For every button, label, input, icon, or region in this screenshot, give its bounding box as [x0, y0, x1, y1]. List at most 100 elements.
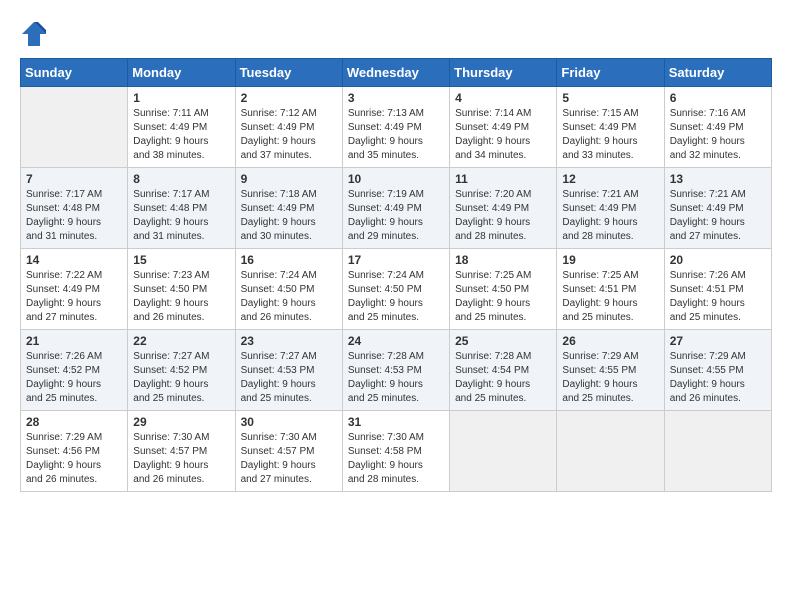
day-info: Sunrise: 7:24 AM Sunset: 4:50 PM Dayligh…: [348, 269, 444, 325]
day-info: Sunrise: 7:26 AM Sunset: 4:52 PM Dayligh…: [26, 350, 122, 406]
week-row-5: 28 Sunrise: 7:29 AM Sunset: 4:56 PM Dayli…: [21, 411, 772, 492]
day-cell: [557, 411, 664, 492]
day-cell: 3 Sunrise: 7:13 AM Sunset: 4:49 PM Daylig…: [342, 87, 449, 168]
week-row-3: 14 Sunrise: 7:22 AM Sunset: 4:49 PM Dayli…: [21, 249, 772, 330]
weekday-saturday: Saturday: [664, 59, 771, 87]
day-cell: 10 Sunrise: 7:19 AM Sunset: 4:49 PM Dayli…: [342, 168, 449, 249]
day-number: 24: [348, 334, 444, 348]
day-number: 14: [26, 253, 122, 267]
day-cell: [450, 411, 557, 492]
day-info: Sunrise: 7:15 AM Sunset: 4:49 PM Dayligh…: [562, 107, 658, 163]
day-number: 8: [133, 172, 229, 186]
day-cell: 27 Sunrise: 7:29 AM Sunset: 4:55 PM Dayli…: [664, 330, 771, 411]
day-number: 2: [241, 91, 337, 105]
day-number: 13: [670, 172, 766, 186]
day-info: Sunrise: 7:25 AM Sunset: 4:50 PM Dayligh…: [455, 269, 551, 325]
day-cell: 13 Sunrise: 7:21 AM Sunset: 4:49 PM Dayli…: [664, 168, 771, 249]
day-info: Sunrise: 7:18 AM Sunset: 4:49 PM Dayligh…: [241, 188, 337, 244]
day-cell: 1 Sunrise: 7:11 AM Sunset: 4:49 PM Daylig…: [128, 87, 235, 168]
weekday-sunday: Sunday: [21, 59, 128, 87]
week-row-1: 1 Sunrise: 7:11 AM Sunset: 4:49 PM Daylig…: [21, 87, 772, 168]
day-cell: 16Sunrise: 7:24 AM Sunset: 4:50 PM Dayli…: [235, 249, 342, 330]
weekday-thursday: Thursday: [450, 59, 557, 87]
day-number: 29: [133, 415, 229, 429]
day-cell: 20 Sunrise: 7:26 AM Sunset: 4:51 PM Dayli…: [664, 249, 771, 330]
day-cell: 21 Sunrise: 7:26 AM Sunset: 4:52 PM Dayli…: [21, 330, 128, 411]
weekday-monday: Monday: [128, 59, 235, 87]
day-info: Sunrise: 7:26 AM Sunset: 4:51 PM Dayligh…: [670, 269, 766, 325]
day-number: 26: [562, 334, 658, 348]
day-cell: 30Sunrise: 7:30 AM Sunset: 4:57 PM Dayli…: [235, 411, 342, 492]
day-info: Sunrise: 7:25 AM Sunset: 4:51 PM Dayligh…: [562, 269, 658, 325]
day-cell: 2 Sunrise: 7:12 AM Sunset: 4:49 PM Daylig…: [235, 87, 342, 168]
day-info: Sunrise: 7:23 AM Sunset: 4:50 PM Dayligh…: [133, 269, 229, 325]
day-number: 1: [133, 91, 229, 105]
day-info: Sunrise: 7:12 AM Sunset: 4:49 PM Dayligh…: [241, 107, 337, 163]
day-cell: 22 Sunrise: 7:27 AM Sunset: 4:52 PM Dayli…: [128, 330, 235, 411]
weekday-friday: Friday: [557, 59, 664, 87]
day-info: Sunrise: 7:29 AM Sunset: 4:56 PM Dayligh…: [26, 431, 122, 487]
day-number: 22: [133, 334, 229, 348]
day-number: 18: [455, 253, 551, 267]
day-number: 27: [670, 334, 766, 348]
day-info: Sunrise: 7:17 AM Sunset: 4:48 PM Dayligh…: [26, 188, 122, 244]
day-number: 5: [562, 91, 658, 105]
day-number: 20: [670, 253, 766, 267]
day-cell: 14 Sunrise: 7:22 AM Sunset: 4:49 PM Dayli…: [21, 249, 128, 330]
day-info: Sunrise: 7:29 AM Sunset: 4:55 PM Dayligh…: [562, 350, 658, 406]
day-info: Sunrise: 7:14 AM Sunset: 4:49 PM Dayligh…: [455, 107, 551, 163]
day-info: Sunrise: 7:27 AM Sunset: 4:52 PM Dayligh…: [133, 350, 229, 406]
day-cell: 28 Sunrise: 7:29 AM Sunset: 4:56 PM Dayli…: [21, 411, 128, 492]
day-number: 3: [348, 91, 444, 105]
day-info: Sunrise: 7:21 AM Sunset: 4:49 PM Dayligh…: [562, 188, 658, 244]
day-info: Sunrise: 7:22 AM Sunset: 4:49 PM Dayligh…: [26, 269, 122, 325]
day-cell: 19 Sunrise: 7:25 AM Sunset: 4:51 PM Dayli…: [557, 249, 664, 330]
day-cell: 7 Sunrise: 7:17 AM Sunset: 4:48 PM Daylig…: [21, 168, 128, 249]
day-cell: 15 Sunrise: 7:23 AM Sunset: 4:50 PM Dayli…: [128, 249, 235, 330]
day-info: Sunrise: 7:11 AM Sunset: 4:49 PM Dayligh…: [133, 107, 229, 163]
day-cell: 9 Sunrise: 7:18 AM Sunset: 4:49 PM Daylig…: [235, 168, 342, 249]
day-number: 10: [348, 172, 444, 186]
day-info: Sunrise: 7:30 AM Sunset: 4:58 PM Dayligh…: [348, 431, 444, 487]
day-cell: 17 Sunrise: 7:24 AM Sunset: 4:50 PM Dayli…: [342, 249, 449, 330]
day-cell: 18 Sunrise: 7:25 AM Sunset: 4:50 PM Dayli…: [450, 249, 557, 330]
week-row-2: 7 Sunrise: 7:17 AM Sunset: 4:48 PM Daylig…: [21, 168, 772, 249]
day-number: 23: [241, 334, 337, 348]
day-number: 7: [26, 172, 122, 186]
day-cell: [664, 411, 771, 492]
day-number: 19: [562, 253, 658, 267]
calendar: SundayMondayTuesdayWednesdayThursdayFrid…: [20, 58, 772, 492]
day-number: 28: [26, 415, 122, 429]
day-info: Sunrise: 7:28 AM Sunset: 4:54 PM Dayligh…: [455, 350, 551, 406]
day-info: Sunrise: 7:19 AM Sunset: 4:49 PM Dayligh…: [348, 188, 444, 244]
day-info: Sunrise: 7:29 AM Sunset: 4:55 PM Dayligh…: [670, 350, 766, 406]
day-cell: 29Sunrise: 7:30 AM Sunset: 4:57 PM Dayli…: [128, 411, 235, 492]
day-cell: 26 Sunrise: 7:29 AM Sunset: 4:55 PM Dayli…: [557, 330, 664, 411]
day-info: Sunrise: 7:21 AM Sunset: 4:49 PM Dayligh…: [670, 188, 766, 244]
day-cell: 24 Sunrise: 7:28 AM Sunset: 4:53 PM Dayli…: [342, 330, 449, 411]
day-number: 11: [455, 172, 551, 186]
day-cell: 5 Sunrise: 7:15 AM Sunset: 4:49 PM Daylig…: [557, 87, 664, 168]
day-number: 15: [133, 253, 229, 267]
day-number: 31: [348, 415, 444, 429]
logo: [20, 20, 52, 48]
day-info: Sunrise: 7:27 AM Sunset: 4:53 PM Dayligh…: [241, 350, 337, 406]
logo-icon: [20, 20, 48, 48]
day-info: Sunrise: 7:13 AM Sunset: 4:49 PM Dayligh…: [348, 107, 444, 163]
day-number: 12: [562, 172, 658, 186]
day-number: 6: [670, 91, 766, 105]
day-cell: 4Sunrise: 7:14 AM Sunset: 4:49 PM Daylig…: [450, 87, 557, 168]
day-info: Sunrise: 7:17 AM Sunset: 4:48 PM Dayligh…: [133, 188, 229, 244]
day-number: 17: [348, 253, 444, 267]
day-number: 21: [26, 334, 122, 348]
day-number: 25: [455, 334, 551, 348]
weekday-header-row: SundayMondayTuesdayWednesdayThursdayFrid…: [21, 59, 772, 87]
weekday-wednesday: Wednesday: [342, 59, 449, 87]
day-cell: 6Sunrise: 7:16 AM Sunset: 4:49 PM Daylig…: [664, 87, 771, 168]
weekday-tuesday: Tuesday: [235, 59, 342, 87]
day-info: Sunrise: 7:28 AM Sunset: 4:53 PM Dayligh…: [348, 350, 444, 406]
day-cell: 25 Sunrise: 7:28 AM Sunset: 4:54 PM Dayli…: [450, 330, 557, 411]
day-number: 9: [241, 172, 337, 186]
day-number: 16: [241, 253, 337, 267]
day-info: Sunrise: 7:20 AM Sunset: 4:49 PM Dayligh…: [455, 188, 551, 244]
